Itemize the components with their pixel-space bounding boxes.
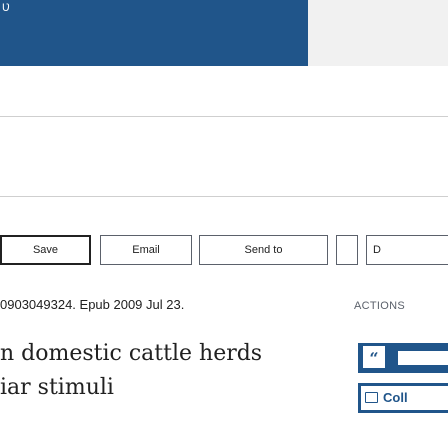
toolbar-overflow-button[interactable]: D xyxy=(366,235,448,265)
page-title: n domestic cattle herds iar stimuli xyxy=(0,337,330,405)
title-line: n domestic cattle herds xyxy=(0,341,263,366)
header-banner-panel xyxy=(308,0,448,66)
header-corner-glyph: Ʋ xyxy=(2,2,10,14)
collections-button[interactable]: Coll xyxy=(358,383,448,413)
article-citation: 0903049324. Epub 2009 Jul 23. xyxy=(0,297,185,312)
save-button[interactable]: Save xyxy=(0,235,91,265)
display-options-button[interactable] xyxy=(336,235,358,265)
folder-icon xyxy=(365,392,378,403)
email-button[interactable]: Email xyxy=(100,235,192,265)
collections-label: Coll xyxy=(383,390,408,405)
send-to-button[interactable]: Send to xyxy=(199,235,328,265)
divider xyxy=(0,196,448,197)
cite-button[interactable]: “ xyxy=(358,343,448,373)
quote-icon: “ xyxy=(363,346,385,368)
actions-heading: ACTIONS xyxy=(354,300,405,312)
collections-button-face: Coll xyxy=(361,386,448,410)
divider xyxy=(0,116,448,117)
title-line: iar stimuli xyxy=(0,375,114,400)
site-header: Ʋ xyxy=(0,0,448,66)
cite-button-fill xyxy=(398,351,448,365)
